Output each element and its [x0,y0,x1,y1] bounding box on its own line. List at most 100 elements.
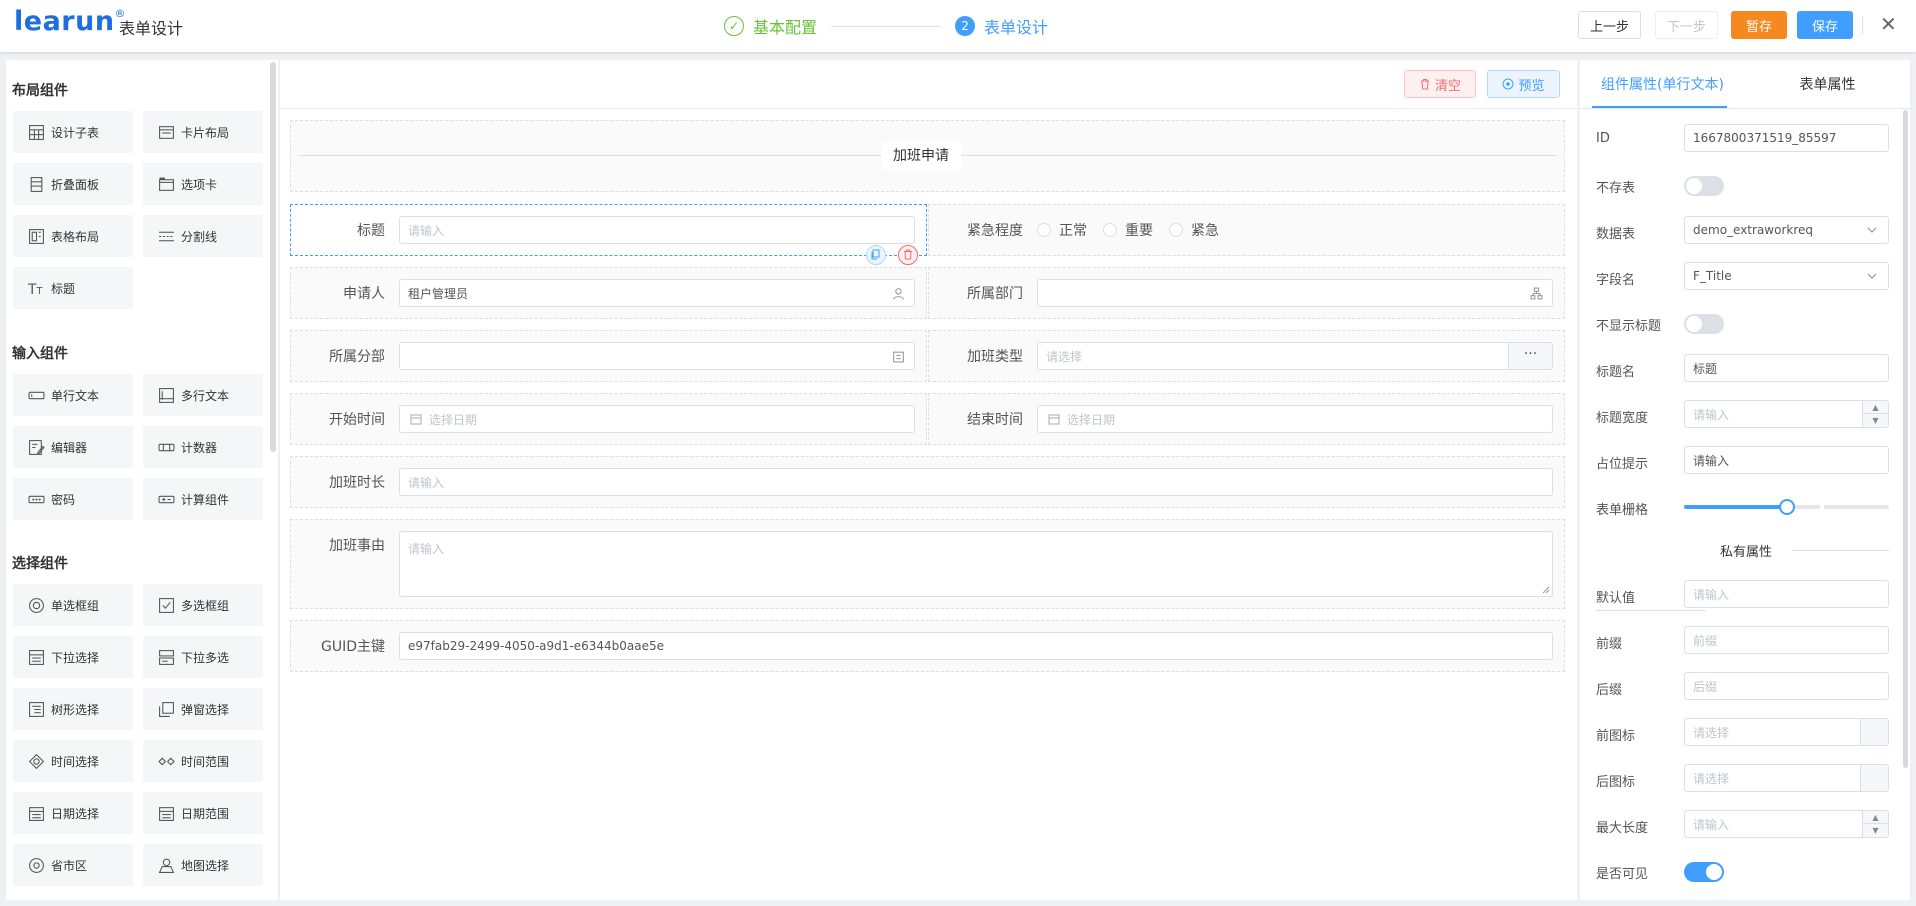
field-title-row[interactable]: 标题 请输入 [290,204,927,265]
title-name-input[interactable]: 标题 [1684,354,1889,382]
number-stepper[interactable]: ▲ ▼ [1862,401,1888,427]
palette-item[interactable]: 编辑器 [13,426,133,468]
chevron-down-icon[interactable]: ▼ [1863,414,1888,427]
field-label: 开始时间 [329,412,385,428]
palette-item[interactable]: 时间选择 [13,740,133,782]
more-options-button[interactable]: ··· [1508,343,1552,369]
field-branch-row[interactable]: 所属分部 [290,330,927,382]
start-date-input[interactable]: 选择日期 [399,405,915,433]
palette-scrollbar[interactable] [270,62,276,452]
palette-item[interactable]: 下拉选择 [13,636,133,678]
urgency-option-urgent[interactable]: 紧急 [1169,220,1219,240]
palette-item[interactable]: 日期范围 [143,792,263,834]
applicant-input[interactable]: 租户管理员 [399,279,915,307]
title-width-input[interactable]: 请输入 ▲ ▼ [1684,400,1889,428]
chevron-up-icon[interactable]: ▲ [1863,401,1888,414]
department-input[interactable] [1037,279,1553,307]
delete-field-button[interactable] [898,245,918,265]
palette-item[interactable]: 单选框组 [13,584,133,626]
slider-handle[interactable] [1779,499,1795,515]
chevron-down-icon[interactable]: ▼ [1863,824,1888,837]
tab-form-props[interactable]: 表单属性 [1745,60,1910,108]
clear-button[interactable]: 清空 [1404,70,1476,98]
palette-item[interactable]: 下拉多选 [143,636,263,678]
palette-item[interactable]: 日期选择 [13,792,133,834]
palette-item[interactable]: 分割线 [143,215,263,257]
chevron-up-icon[interactable]: ▲ [1863,811,1888,824]
palette-item[interactable]: 单行文本 [13,374,133,416]
field-start-time-row[interactable]: 开始时间 选择日期 [290,393,927,445]
prop-label: 最大长度 [1596,821,1649,836]
max-length-input[interactable]: 请输入 ▲ ▼ [1684,810,1889,838]
palette-item[interactable]: 卡片布局 [143,111,263,153]
palette-item[interactable]: TT 标题 [13,267,133,309]
palette-item[interactable]: 省市区 [13,844,133,886]
draft-button[interactable]: 暂存 [1731,11,1787,39]
visible-toggle[interactable] [1684,862,1724,882]
preview-button[interactable]: 预览 [1487,70,1560,98]
tab-component-props[interactable]: 组件属性(单行文本) [1580,60,1745,108]
next-step-button[interactable]: 下一步 [1655,11,1718,39]
properties-scrollbar[interactable] [1903,110,1908,768]
reason-textarea[interactable]: 请输入 [399,531,1553,597]
palette-item[interactable]: 设计子表 [13,111,133,153]
end-date-input[interactable]: 选择日期 [1037,405,1553,433]
palette-item[interactable]: 树形选择 [13,688,133,730]
close-icon[interactable]: ✕ [1880,13,1897,35]
guid-input[interactable]: e97fab29-2499-4050-a9d1-e6344b0aae5e [399,632,1553,660]
step-form-design[interactable]: 2 表单设计 [955,14,1048,38]
suffix-icon-select[interactable]: 请选择 [1684,764,1889,792]
resize-handle-icon[interactable] [1542,586,1550,594]
palette-item[interactable]: 时间范围 [143,740,263,782]
id-input[interactable]: 1667800371519_85597 [1684,124,1889,152]
number-stepper[interactable]: ▲ ▼ [1862,811,1888,837]
suffix-input[interactable]: 后缀 [1684,672,1889,700]
palette-item[interactable]: 地图选择 [143,844,263,886]
duration-input[interactable]: 请输入 [399,468,1553,496]
radio-icon [29,597,44,613]
palette-item[interactable]: 计算组件 [143,478,263,520]
field-urgency-row[interactable]: 紧急程度 正常 重要 紧急 [928,204,1565,256]
step-basic-config[interactable]: ✓ 基本配置 [724,14,817,38]
field-end-time-row[interactable]: 结束时间 选择日期 [928,393,1565,445]
field-guid-row[interactable]: GUID主键 e97fab29-2499-4050-a9d1-e6344b0aa… [290,620,1565,672]
prefix-icon-select[interactable]: 请选择 [1684,718,1889,746]
save-button[interactable]: 保存 [1797,11,1853,39]
field-label: 紧急程度 [967,223,1023,239]
palette-item[interactable]: 多选框组 [143,584,263,626]
prev-step-button[interactable]: 上一步 [1578,11,1641,39]
slider-stop [1820,504,1824,510]
title-input[interactable]: 请输入 [399,216,915,244]
field-applicant-row[interactable]: 申请人 租户管理员 [290,267,927,319]
default-value-input[interactable]: 请输入 [1684,580,1889,608]
grid-slider[interactable] [1684,499,1889,515]
field-label: 申请人 [343,286,385,302]
field-department-row[interactable]: 所属部门 [928,267,1565,319]
nostore-toggle[interactable] [1684,176,1724,196]
prefix-input[interactable]: 前缀 [1684,626,1889,654]
field-duration-row[interactable]: 加班时长 请输入 [290,456,1565,508]
palette-item[interactable]: 选项卡 [143,163,263,205]
hide-title-toggle[interactable] [1684,314,1724,334]
palette-item[interactable]: 计数器 [143,426,263,468]
palette-item[interactable]: 多行文本 [143,374,263,416]
urgency-option-important[interactable]: 重要 [1103,220,1153,240]
icon-picker-button[interactable] [1860,719,1888,745]
table-select[interactable]: demo_extraworkreq [1684,216,1889,244]
field-reason-row[interactable]: 加班事由 请输入 [290,519,1565,609]
field-select[interactable]: F_Title [1684,262,1889,290]
step-number: 2 [955,16,976,36]
field-label: 标题 [357,223,385,239]
icon-picker-button[interactable] [1860,765,1888,791]
copy-field-button[interactable] [866,245,886,265]
palette-item[interactable]: 表格布局 [13,215,133,257]
placeholder-input[interactable]: 请输入 [1684,446,1889,474]
overtime-type-input[interactable]: 请选择 ··· [1037,342,1553,370]
palette-item[interactable]: 弹窗选择 [143,688,263,730]
field-overtime-type-row[interactable]: 加班类型 请选择 ··· [928,330,1565,382]
palette-item[interactable]: 密码 [13,478,133,520]
branch-input[interactable] [399,342,915,370]
section-title-block[interactable]: 加班申请 [290,120,1565,192]
palette-item[interactable]: 折叠面板 [13,163,133,205]
urgency-option-normal[interactable]: 正常 [1037,220,1087,240]
